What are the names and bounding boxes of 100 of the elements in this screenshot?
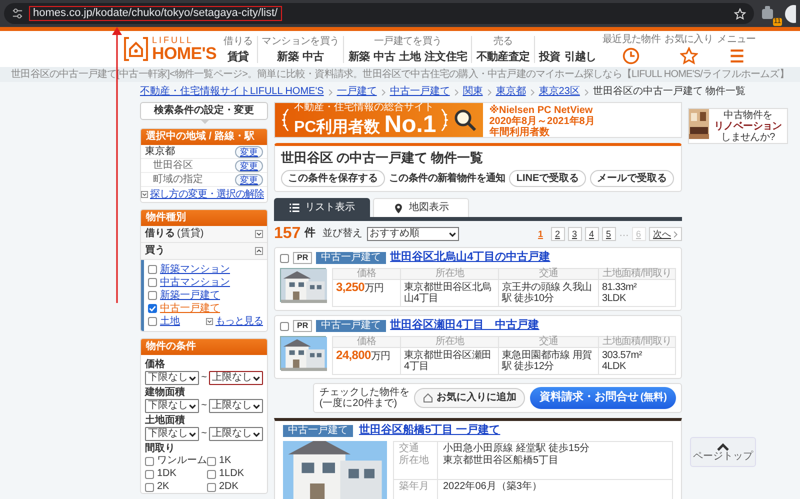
nav-link[interactable]: 引越し [564,50,596,62]
option-label: 2DK [219,481,238,493]
table-cell: 東京都世田谷区瀬田4丁目 [400,348,498,374]
ellipsis: … [619,228,629,240]
page-title: 世田谷区 の中古一戸建て 物件一覧 [281,150,484,166]
option-label: 1K [219,455,232,467]
nav-link[interactable]: 賃貸 [227,50,249,62]
logo-text: LIFULL [152,36,195,45]
nav-group-label: 売る [493,36,513,46]
field-value: 東京都世田谷区船橋5丁目 [443,455,560,467]
banner-note: 2020年8月～2021年8月 [489,116,595,127]
layout-text: 3LDK [602,293,627,304]
table-cell: 東急田園都市線 用賀駅 徒歩12分 [498,348,598,374]
price: 3,250 [336,280,365,294]
listing-title-link[interactable]: 世田谷区北烏山4丁目の中古戸建 [390,251,550,265]
action-button[interactable]: メールで受取る [590,170,674,187]
range-separator: ~ [201,372,207,384]
column-header: 所在地 [400,268,498,280]
option-link[interactable]: 新築一戸建て [160,290,220,302]
view-tab[interactable]: リスト表示 [274,198,370,217]
action-button[interactable]: LINEで受取る [509,170,586,187]
breadcrumb-link[interactable]: 関東 [462,86,483,98]
dropdown[interactable]: 上限なし [208,371,263,385]
add-favorite-button[interactable]: お気に入りに追加 [414,388,526,408]
breadcrumb-link[interactable]: 一戸建て [336,86,377,98]
view-tab[interactable]: 地図表示 [373,198,469,217]
category-tag: 中古一戸建て [283,425,353,437]
nav-icon-label: 最近見た物件 [602,34,661,44]
price: 24,800 [336,348,371,362]
nav-link[interactable]: 新築 [348,50,370,62]
area-text: 81.33m² [602,282,638,293]
accordion-header[interactable]: 買う [141,243,267,260]
banner-rank: No.1 [384,113,436,137]
condition-label: 間取り [145,442,176,455]
pr-tag: PR [293,320,312,332]
reset-link[interactable]: 探し方の変更・選択の解除 [150,188,264,200]
renovation-ad[interactable]: 中古物件を リノベーション しませんか? [688,108,788,144]
dropdown[interactable]: 下限なし [145,371,200,385]
nav-link[interactable]: 中古 [302,50,324,62]
column-header: 所在地 [400,336,498,348]
option-label: 2K [157,481,170,493]
accordion-label: 借りる [145,228,175,239]
option-link[interactable]: 中古マンション [160,276,230,288]
change-link[interactable]: 変更 [235,160,263,172]
table-cell: 京王井の頭線 久我山駅 徒歩10分 [498,280,598,306]
nav-link[interactable]: 土地 [399,50,421,62]
breadcrumb-link[interactable]: 中古一戸建て [390,86,450,98]
accordion-label: 買う [145,245,165,256]
column-header: 交通 [498,268,598,280]
page-link[interactable]: 2 [551,227,565,241]
nav-link[interactable]: 注文住宅 [424,50,468,62]
next-page-link[interactable]: 次へ [649,227,682,241]
accordion-note: (賃貸) [177,228,204,239]
price-unit: 万円 [364,283,384,294]
banner-note: ※Nielsen PC NetView [489,105,594,116]
listing-title-link[interactable]: 世田谷区船橋5丁目 一戸建て [359,424,500,438]
option-label: ワンルーム [157,455,207,467]
nav-link[interactable]: 投資 [538,50,560,62]
notify-label: この条件の新着物件を通知 [389,172,506,184]
logo-text: HOME'S [152,45,217,62]
accordion-header[interactable]: 借りる (賃貸) [141,226,267,243]
breadcrumb-link[interactable]: 東京23区 [538,86,580,98]
change-link[interactable]: 変更 [235,174,263,186]
dropdown[interactable]: 下限なし [145,399,200,413]
nav-link[interactable]: 中古 [374,50,396,62]
more-link[interactable]: もっと見る [216,316,263,328]
area-text: 303.57m² [602,350,643,361]
dropdown[interactable]: 下限なし [145,427,200,441]
page-description: 世田谷区の中古一戸建て[中古一軒家]<物件一覧ページ>。簡単に比較・資料請求。世田谷区で中古住宅の購入・中古戸建のマイホーム探しなら【LIFULL HOME'S/ライフルホームズ】 [0,67,800,82]
option-link[interactable]: 新築マンション [160,264,230,276]
count-unit: 件 [304,227,316,241]
banner-tagline: 不動産・住宅情報の総合サイト [294,103,435,113]
listing-title-link[interactable]: 世田谷区瀬田4丁目 中古戸建 [390,319,540,333]
layout-text: 4LDK [602,361,627,372]
column-header: 交通 [498,336,598,348]
nav-link[interactable]: 新築 [277,50,298,62]
price-unit: 万円 [370,351,390,362]
nav-group-label: 一戸建てを買う [374,36,442,46]
condition-label: 価格 [145,358,166,371]
page-link[interactable]: 3 [568,227,582,241]
page-link[interactable]: 5 [602,227,616,241]
sort-dropdown[interactable]: おすすめ順 [366,227,459,241]
breadcrumb-link[interactable]: 不動産・住宅情報サイトLIFULL HOME'S [140,86,324,98]
area-label: 世田谷区 [153,160,193,172]
ad-text: リノベーション [714,120,782,132]
pr-tag: PR [293,252,312,264]
page-link[interactable]: 4 [585,227,599,241]
field-label: 所在地 [399,455,430,467]
option-link[interactable]: 土地 [160,316,180,328]
panel-header: 物件種別 [141,210,267,226]
dropdown[interactable]: 上限なし [208,399,263,413]
inquiry-button[interactable]: 資料請求・お問合せ (無料) [530,387,676,409]
action-button[interactable]: この条件を保存する [281,170,385,187]
field-value: 2022年06月（築3年） [443,480,543,493]
change-link[interactable]: 変更 [235,146,263,158]
nav-link[interactable]: 不動産査定 [476,50,530,62]
dropdown[interactable]: 上限なし [208,427,263,441]
page-top-button[interactable]: ページトップ [690,437,756,467]
column-header: 土地面積/間取り [598,268,676,280]
breadcrumb-link[interactable]: 東京都 [496,86,526,98]
